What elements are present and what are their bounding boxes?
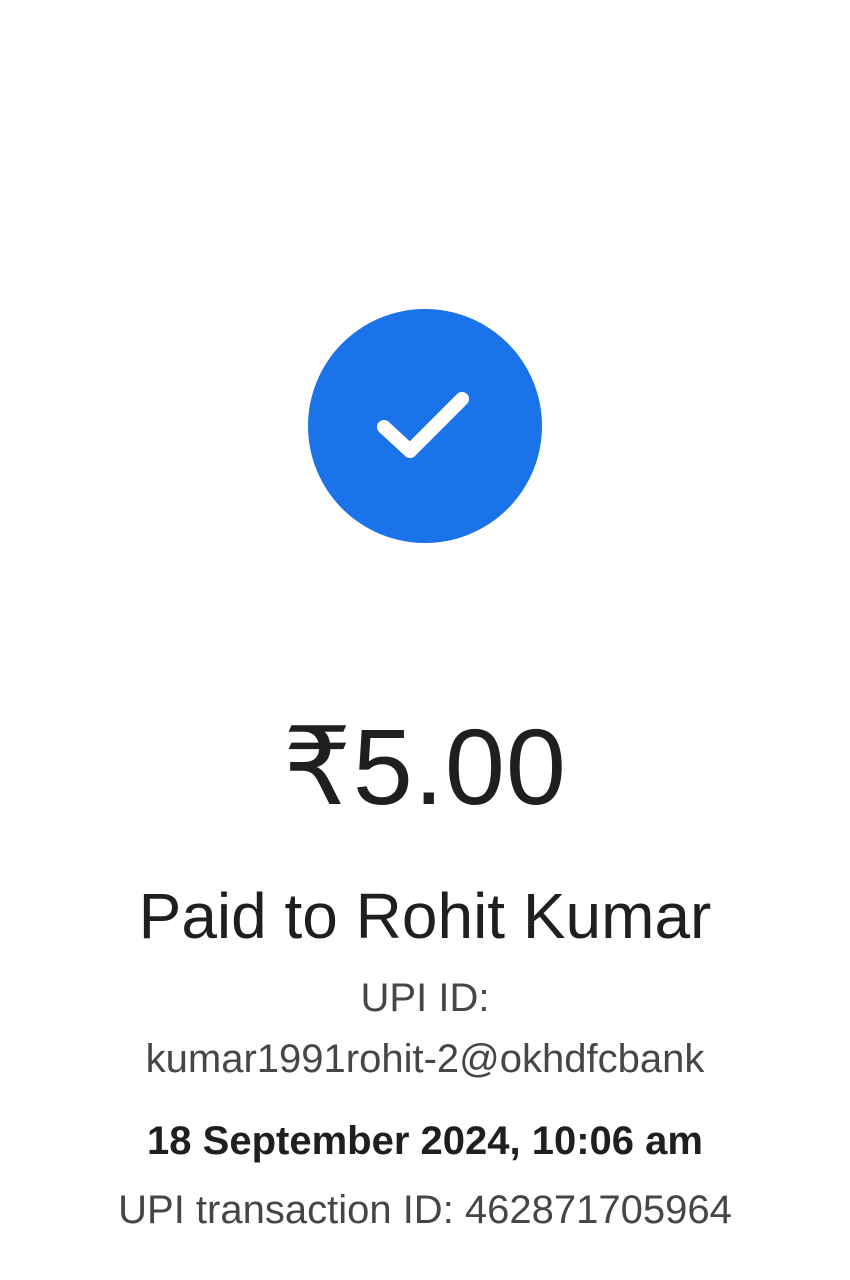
upi-id-value: kumar1991rohit-2@okhdfcbank <box>145 1037 705 1081</box>
payee-name: Paid to Rohit Kumar <box>138 880 712 952</box>
check-icon <box>377 392 469 458</box>
success-badge <box>308 309 542 543</box>
upi-id-label: UPI ID: <box>360 976 490 1020</box>
transaction-id: UPI transaction ID: 462871705964 <box>118 1188 732 1232</box>
payment-datetime: 18 September 2024, 10:06 am <box>147 1119 703 1163</box>
payment-amount: ₹5.00 <box>283 706 567 827</box>
